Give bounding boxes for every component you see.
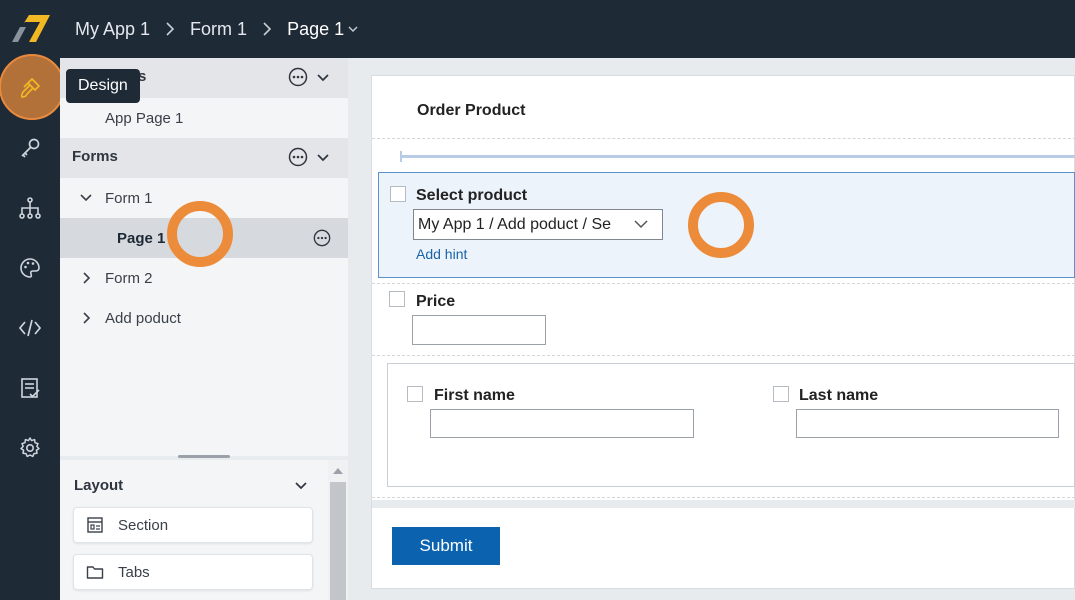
select-product-value: My App 1 / Add poduct / Se <box>418 215 612 233</box>
layout-item-label: Section <box>118 516 169 534</box>
progress-bar <box>400 151 1075 162</box>
app-logo-icon[interactable] <box>12 15 52 43</box>
first-name-label: First name <box>434 387 515 404</box>
chevron-down-icon[interactable] <box>79 193 93 203</box>
divider <box>372 355 1075 356</box>
layout-item-label: Tabs <box>118 563 150 581</box>
submit-button[interactable]: Submit <box>392 527 500 565</box>
price-label: Price <box>416 293 456 310</box>
forms-header[interactable]: Forms <box>60 138 348 178</box>
tree-item-label: Add poduct <box>105 309 181 327</box>
top-bar: My App 1 Form 1 Page 1 <box>0 0 1075 58</box>
tree-item-label: Page 1 <box>117 229 166 247</box>
chevron-right-icon <box>166 22 175 36</box>
folder-icon <box>86 566 104 579</box>
more-options-icon[interactable] <box>288 147 308 167</box>
rail-data-button[interactable] <box>0 358 60 418</box>
layout-item-tabs[interactable]: Tabs <box>73 554 313 590</box>
layout-item-section[interactable]: Section <box>73 507 313 543</box>
last-name-checkbox[interactable] <box>773 386 789 402</box>
tree-item-add-poduct[interactable]: Add poduct <box>60 298 348 338</box>
last-name-label: Last name <box>799 387 879 404</box>
tree-item-label: Form 1 <box>105 189 153 207</box>
gear-icon <box>20 437 40 458</box>
paintbrush-icon <box>20 78 40 98</box>
rail-design-button[interactable] <box>0 58 60 118</box>
more-options-icon[interactable] <box>313 229 331 247</box>
chevron-down-icon[interactable] <box>316 153 330 163</box>
checklist-icon <box>21 378 40 398</box>
code-icon <box>18 319 42 337</box>
page-gap <box>372 500 1075 508</box>
tree-item-app-page-1[interactable]: App Page 1 <box>60 98 348 138</box>
rail-theme-button[interactable] <box>0 238 60 298</box>
panel-resize-handle[interactable] <box>178 455 230 458</box>
breadcrumb-page[interactable]: Page 1 <box>287 19 344 40</box>
divider <box>372 497 1075 498</box>
select-product-dropdown[interactable]: My App 1 / Add poduct / Se <box>413 209 663 240</box>
section-icon <box>87 517 103 533</box>
breadcrumb-app[interactable]: My App 1 <box>75 19 150 40</box>
select-product-label: Select product <box>416 187 528 204</box>
layout-panel: Layout Section Tabs <box>60 460 348 600</box>
left-rail <box>0 54 65 600</box>
breadcrumb: My App 1 Form 1 Page 1 <box>75 0 358 58</box>
scroll-up-icon[interactable] <box>332 467 344 475</box>
more-options-icon[interactable] <box>288 67 308 87</box>
chevron-down-icon[interactable] <box>348 25 358 33</box>
tree-item-label: Form 2 <box>105 269 153 287</box>
forms-header-label: Forms <box>72 148 118 165</box>
select-product-checkbox[interactable] <box>390 186 406 202</box>
rail-workflow-button[interactable] <box>0 178 60 238</box>
chevron-down-icon[interactable] <box>316 73 330 83</box>
price-input[interactable] <box>412 315 546 345</box>
chevron-right-icon <box>263 22 272 36</box>
chevron-right-icon[interactable] <box>82 271 92 285</box>
rail-code-button[interactable] <box>0 298 60 358</box>
chevron-down-icon <box>634 220 648 229</box>
rail-key-button[interactable] <box>0 118 60 178</box>
first-name-input[interactable] <box>430 409 694 438</box>
breadcrumb-form[interactable]: Form 1 <box>190 19 247 40</box>
layout-scrollbar-thumb[interactable] <box>330 482 346 600</box>
add-hint-link[interactable]: Add hint <box>416 246 467 262</box>
form-title[interactable]: Order Product <box>417 102 525 120</box>
tree-item-label: App Page 1 <box>105 109 184 127</box>
hierarchy-icon <box>19 197 41 219</box>
first-name-checkbox[interactable] <box>407 386 423 402</box>
rail-settings-button[interactable] <box>0 418 60 478</box>
design-tooltip: Design <box>66 69 140 103</box>
layout-panel-title: Layout <box>74 477 124 494</box>
chevron-right-icon[interactable] <box>82 311 92 325</box>
chevron-down-icon[interactable] <box>294 481 308 491</box>
palette-icon <box>20 258 40 278</box>
last-name-input[interactable] <box>796 409 1059 438</box>
click-indicator <box>167 201 233 267</box>
divider <box>372 138 1075 139</box>
price-checkbox[interactable] <box>389 291 405 307</box>
divider <box>372 283 1075 284</box>
click-indicator <box>688 192 754 258</box>
key-icon <box>21 138 40 158</box>
